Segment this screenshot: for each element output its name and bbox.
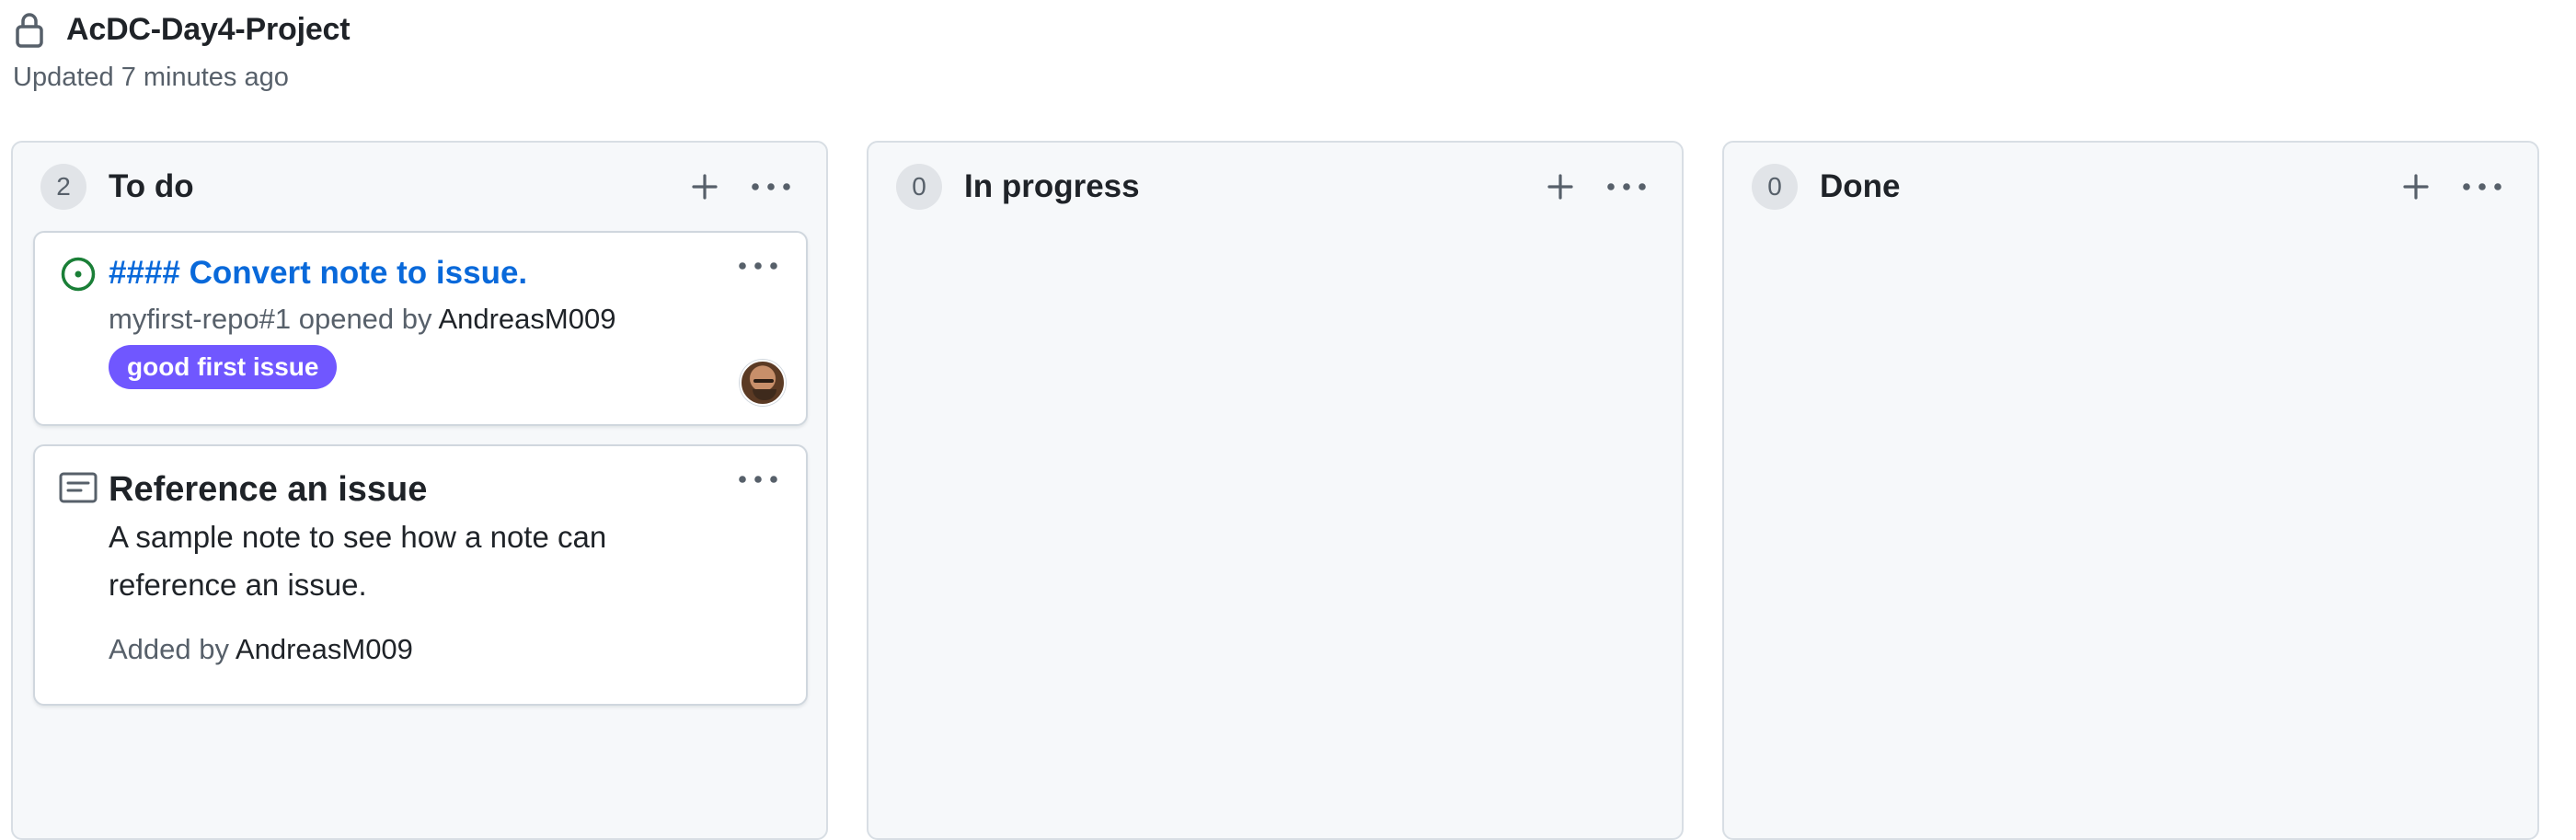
column-cards: #### Convert note to issue. myfirst-repo… [13,231,826,706]
avatar[interactable] [740,360,786,406]
lock-icon [13,9,46,50]
column-title: To do [109,168,194,204]
column-menu-button[interactable] [1597,161,1656,213]
kebab-horizontal-icon [739,476,777,483]
plus-icon [1547,174,1573,200]
column-in-progress: 0 In progress [867,141,1684,840]
note-author-link[interactable]: AndreasM009 [236,633,413,665]
note-added-by: Added by AndreasM009 [109,633,784,666]
column-menu-button[interactable] [2453,161,2512,213]
column-header: 0 In progress [868,143,1682,231]
add-card-button[interactable] [2386,161,2445,213]
issue-reference: myfirst-repo#1 opened by AndreasM009 [109,303,784,336]
kebab-horizontal-icon [739,262,777,270]
issue-label[interactable]: good first issue [109,345,338,389]
column-to-do: 2 To do #### Convert note to issue. myfi… [11,141,828,840]
issue-card[interactable]: #### Convert note to issue. myfirst-repo… [33,231,808,426]
plus-icon [2403,174,2429,200]
card-menu-button[interactable] [732,246,784,286]
issue-opened-icon [59,255,98,293]
column-title: Done [1820,168,1901,204]
note-title: Reference an issue [109,470,428,509]
column-count-badge: 2 [40,164,86,210]
column-count-badge: 0 [896,164,942,210]
project-board: 2 To do #### Convert note to issue. myfi… [11,141,2539,840]
title-row: AcDC-Day4-Project [13,9,351,50]
column-header: 2 To do [13,143,826,231]
kebab-horizontal-icon [752,183,790,190]
kebab-horizontal-icon [1607,183,1646,190]
column-count-badge: 0 [1752,164,1798,210]
add-card-button[interactable] [675,161,734,213]
issue-author-link[interactable]: AndreasM009 [438,303,615,335]
note-icon [59,468,98,507]
plus-icon [692,174,718,200]
project-header: AcDC-Day4-Project Updated 7 minutes ago [13,9,351,93]
note-body: A sample note to see how a note can refe… [109,520,607,602]
issue-ref-text: myfirst-repo#1 opened by [109,303,439,335]
column-done: 0 Done [1722,141,2539,840]
issue-title-link[interactable]: #### Convert note to issue. [109,255,527,292]
column-title: In progress [964,168,1140,204]
column-header: 0 Done [1724,143,2537,231]
column-menu-button[interactable] [742,161,800,213]
updated-timestamp: Updated 7 minutes ago [13,63,289,92]
kebab-horizontal-icon [2463,183,2501,190]
add-card-button[interactable] [1531,161,1590,213]
card-menu-button[interactable] [732,459,784,500]
project-title[interactable]: AcDC-Day4-Project [66,12,351,48]
note-card[interactable]: Reference an issue A sample note to see … [33,444,808,706]
added-by-text: Added by [109,633,236,665]
